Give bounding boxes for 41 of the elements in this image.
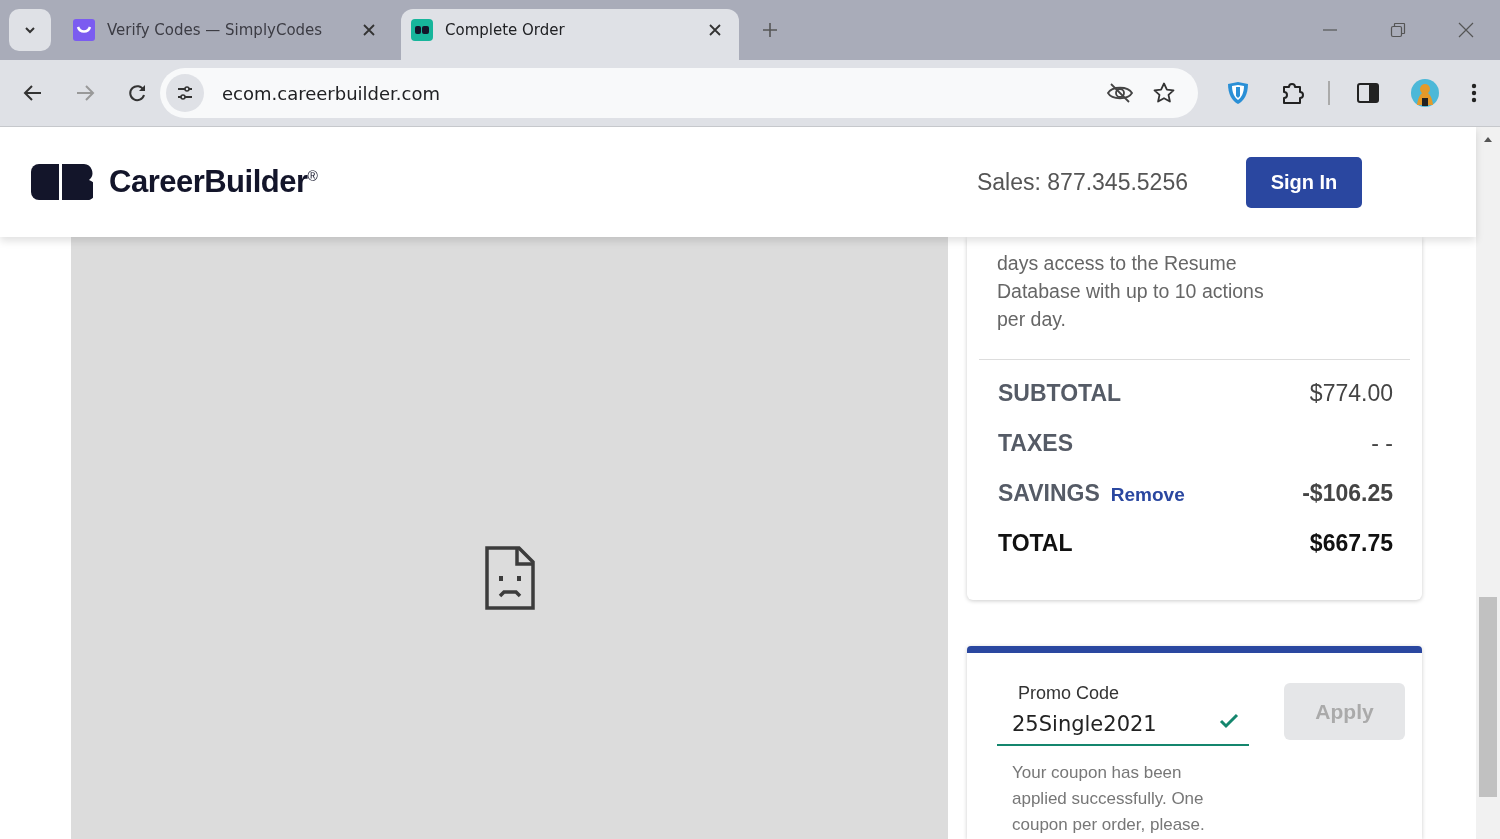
remove-link[interactable]: Remove <box>1110 484 1185 506</box>
close-icon[interactable] <box>1456 20 1476 40</box>
site-settings-icon[interactable] <box>166 74 204 112</box>
summary-label: SAVINGS <box>998 480 1100 507</box>
scrollbar-thumb[interactable] <box>1479 597 1497 797</box>
browser-tab[interactable]: Complete Order <box>401 9 739 60</box>
restore-icon[interactable] <box>1388 20 1408 40</box>
summary-amount: $667.75 <box>1309 530 1393 557</box>
brand-name[interactable]: CareerBuilder$^{®}$ <box>109 164 318 200</box>
reload-icon[interactable] <box>126 82 148 104</box>
summary-amount: -$106.25 <box>1302 480 1393 507</box>
summary-label: TOTAL <box>998 530 1073 557</box>
checkmark-icon <box>1219 713 1239 729</box>
star-icon[interactable] <box>1152 81 1176 105</box>
puzzle-icon[interactable] <box>1280 80 1306 106</box>
sad-page-icon <box>484 546 535 610</box>
shield-icon[interactable] <box>1226 80 1250 106</box>
close-tab-icon[interactable] <box>709 24 721 36</box>
close-tab-icon[interactable] <box>363 24 375 36</box>
address-bar[interactable]: ecom.careerbuilder.com <box>160 68 1198 118</box>
logo-icon <box>31 164 93 200</box>
menu-icon[interactable] <box>1470 81 1478 105</box>
summary-label: SUBTOTAL <box>998 380 1122 407</box>
new-tab-icon[interactable] <box>761 21 779 39</box>
favicon-icon <box>411 19 433 41</box>
scroll-up-icon[interactable] <box>1483 135 1493 143</box>
side-panel-icon[interactable] <box>1356 81 1380 105</box>
browser-tab[interactable]: Verify Codes — SimplyCodes <box>63 9 393 51</box>
sales-phone: Sales: 877.345.5256 <box>977 168 1188 196</box>
url-text: ecom.careerbuilder.com <box>222 82 441 104</box>
summary-amount: $774.00 <box>1309 380 1393 407</box>
sign-in-button[interactable]: Sign In <box>1246 156 1362 208</box>
product-description: days access to the Resume Database with up to 10 actions per day. <box>997 251 1265 332</box>
promo-code-field[interactable]: Promo Code 25Single2021 <box>997 683 1249 746</box>
favicon-icon <box>73 19 95 41</box>
summary-label: TAXES <box>998 430 1073 457</box>
coupon-message: Your coupon has been applied successfully. One coupon per order, please. <box>1012 762 1206 836</box>
eye-slash-icon[interactable] <box>1106 81 1134 105</box>
avatar-icon[interactable] <box>1410 78 1440 108</box>
scrollbar[interactable] <box>1476 127 1500 839</box>
summary-amount: - - <box>1371 430 1393 457</box>
